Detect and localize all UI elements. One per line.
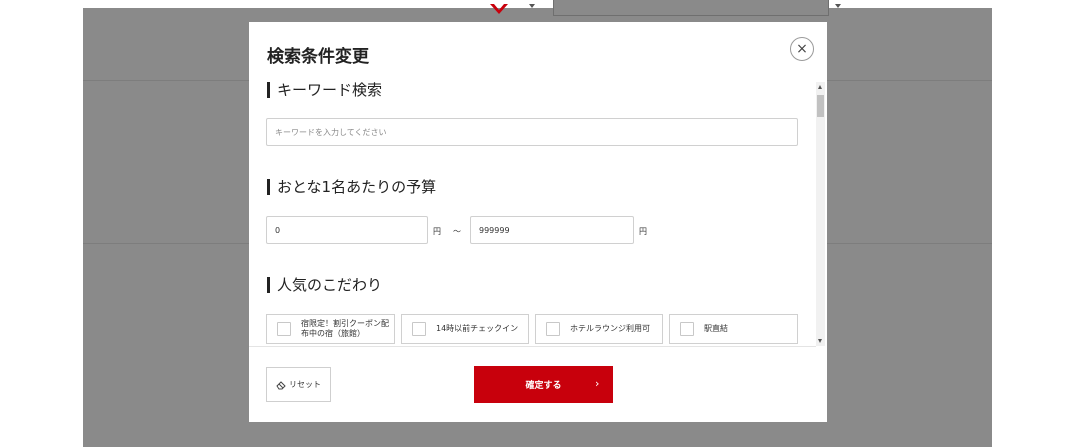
chevron-right-icon: › xyxy=(595,377,600,390)
popular-heading: 人気のこだわり xyxy=(267,277,382,293)
chevron-down-icon xyxy=(835,4,841,8)
scroll-up-icon[interactable] xyxy=(818,85,822,89)
budget-separator: 〜 xyxy=(453,227,461,236)
modal-scroll-content[interactable]: キーワード検索 おとな1名あたりの予算 円 〜 円 人気のこだわり 宿限定！割引… xyxy=(249,74,827,346)
option-label: 14時以前チェックイン xyxy=(436,324,519,333)
reset-label: リセット xyxy=(289,380,321,389)
modal-scrollbar[interactable] xyxy=(816,82,825,346)
keyword-heading: キーワード検索 xyxy=(267,82,382,98)
chevron-down-icon xyxy=(529,4,535,8)
option-coupon-ryokan[interactable]: 宿限定！割引クーポン配布中の宿（旅館） xyxy=(266,314,395,344)
modal-title: 検索条件変更 xyxy=(267,47,369,67)
budget-min-input[interactable] xyxy=(266,216,428,244)
option-early-checkin[interactable]: 14時以前チェックイン xyxy=(401,314,529,344)
checkbox-icon[interactable] xyxy=(546,322,560,336)
site-logo-icon xyxy=(490,4,508,14)
option-label: ホテルラウンジ利用可 xyxy=(570,324,650,333)
reset-button[interactable]: リセット xyxy=(266,367,331,402)
keyword-input[interactable] xyxy=(266,118,798,146)
scroll-down-icon[interactable] xyxy=(818,339,822,343)
checkbox-icon[interactable] xyxy=(277,322,291,336)
checkbox-icon[interactable] xyxy=(680,322,694,336)
option-hotel-lounge[interactable]: ホテルラウンジ利用可 xyxy=(535,314,663,344)
eraser-icon xyxy=(276,380,286,389)
background-header xyxy=(83,0,992,8)
option-station-direct[interactable]: 駅直結 xyxy=(669,314,798,344)
search-conditions-modal: 検索条件変更 × キーワード検索 おとな1名あたりの予算 円 〜 円 人気のこだ… xyxy=(249,22,827,422)
confirm-button[interactable]: 確定する › xyxy=(474,366,613,403)
scroll-thumb[interactable] xyxy=(817,95,824,117)
footer-divider xyxy=(249,346,816,347)
confirm-label: 確定する xyxy=(525,381,562,391)
option-label: 宿限定！割引クーポン配布中の宿（旅館） xyxy=(301,319,389,338)
close-button[interactable]: × xyxy=(790,37,814,61)
background-select xyxy=(553,0,829,16)
budget-max-input[interactable] xyxy=(470,216,634,244)
budget-heading: おとな1名あたりの予算 xyxy=(267,179,436,195)
option-label: 駅直結 xyxy=(704,324,728,333)
close-icon: × xyxy=(796,41,808,57)
checkbox-icon[interactable] xyxy=(412,322,426,336)
budget-min-unit: 円 xyxy=(433,227,441,236)
budget-max-unit: 円 xyxy=(639,227,647,236)
